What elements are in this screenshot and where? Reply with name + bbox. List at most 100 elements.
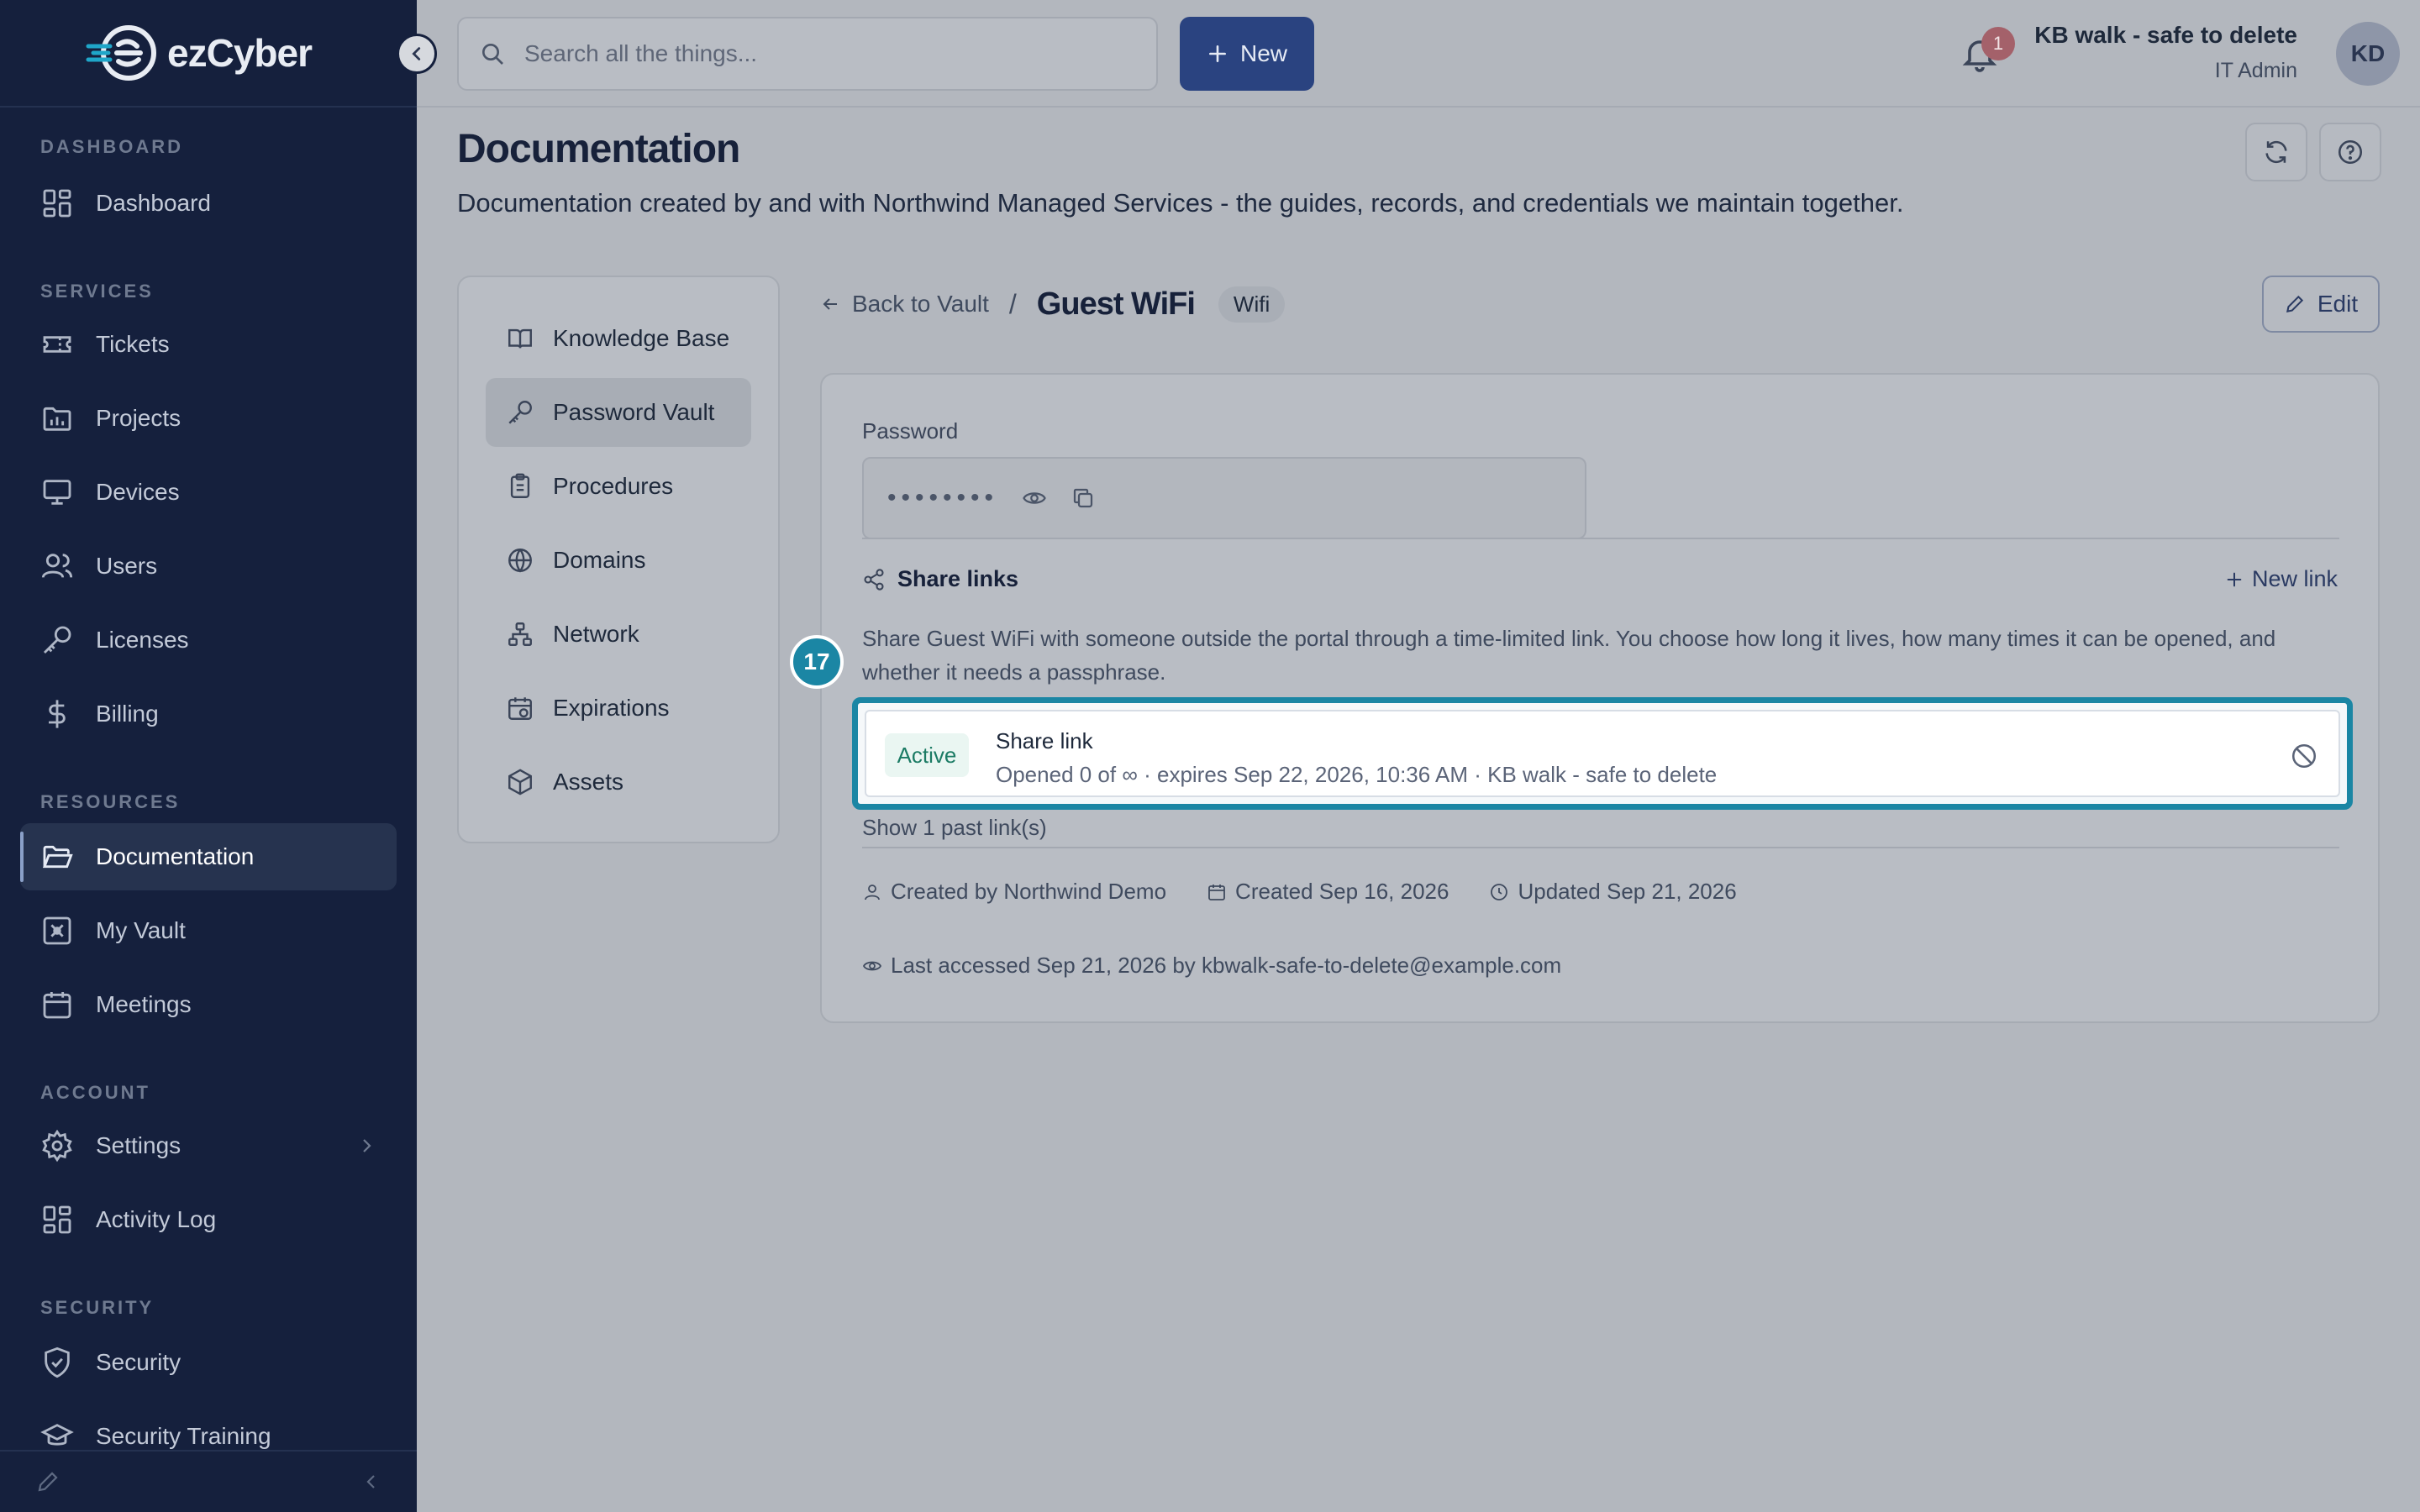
last-accessed: Last accessed Sep 21, 2026 by kbwalk-saf… <box>891 953 1562 978</box>
users-icon <box>41 554 73 578</box>
arrow-left-icon <box>823 298 837 310</box>
sidebar-item-label: Meetings <box>96 991 192 1017</box>
sidebar-item-security[interactable]: Security <box>20 1329 397 1396</box>
sidebar-item-devices[interactable]: Devices <box>20 459 397 526</box>
share-icon <box>864 568 884 591</box>
pencil-icon <box>2286 295 2303 312</box>
globe-icon <box>508 549 532 573</box>
new-link-button[interactable]: New link <box>2225 566 2338 592</box>
sidebar-collapse-button[interactable] <box>397 34 437 74</box>
sidebar-item-documentation[interactable]: Documentation <box>20 823 397 890</box>
docnav-item-password-vault[interactable]: Password Vault <box>486 378 751 447</box>
search-icon <box>482 44 503 65</box>
copy-icon[interactable] <box>1071 486 1096 511</box>
sidebar-item-licenses[interactable]: Licenses <box>20 606 397 674</box>
divider <box>862 538 2339 539</box>
vault-icon <box>43 916 71 945</box>
avatar[interactable]: KD <box>2336 22 2400 86</box>
docnav-item-knowledge-base[interactable]: Knowledge Base <box>486 304 751 373</box>
share-links-title: Share links <box>897 566 1019 591</box>
help-icon <box>2338 139 2363 165</box>
docnav-item-network[interactable]: Network <box>486 600 751 669</box>
ticket-icon <box>43 336 71 353</box>
docnav-item-label: Domains <box>553 547 646 573</box>
back-to-vault-link[interactable]: Back to Vault <box>820 291 989 318</box>
notification-badge: 1 <box>1981 27 2015 60</box>
user-name[interactable]: KB walk - safe to delete <box>2034 22 2297 49</box>
refresh-button[interactable] <box>2245 123 2307 181</box>
logo[interactable]: ezCyber <box>85 23 313 83</box>
docnav-item-procedures[interactable]: Procedures <box>486 452 751 521</box>
sidebar-item-projects[interactable]: Projects <box>20 385 397 452</box>
sidebar-item-dashboard[interactable]: Dashboard <box>20 170 397 237</box>
network-icon <box>508 622 532 646</box>
help-button[interactable] <box>2319 123 2381 181</box>
dollar-icon <box>49 700 66 728</box>
plus-icon <box>1209 45 1226 62</box>
sidebar-item-billing[interactable]: Billing <box>20 680 397 748</box>
sidebar-header: ezCyber <box>0 0 437 108</box>
share-link-row[interactable]: Active Share link Opened 0 of ∞ · expire… <box>865 710 2340 797</box>
sidebar-item-label: Tickets <box>96 331 170 357</box>
sidebar-item-my-vault[interactable]: My Vault <box>20 897 397 964</box>
chevron-left-icon[interactable] <box>361 1472 381 1492</box>
grid-icon <box>43 189 71 218</box>
search-input[interactable] <box>524 40 1113 67</box>
monitor-icon <box>43 480 71 505</box>
sidebar-item-label: Activity Log <box>96 1206 217 1232</box>
docnav-item-domains[interactable]: Domains <box>486 526 751 595</box>
sidebar-item-label: My Vault <box>96 917 186 943</box>
sidebar-section-security: SECURITY <box>40 1297 155 1318</box>
sidebar-item-meetings[interactable]: Meetings <box>20 971 397 1038</box>
grid-icon <box>43 1205 71 1234</box>
logo-mark-icon <box>86 25 156 81</box>
breadcrumb: Back to Vault / Guest WiFi Wifi <box>820 282 1286 326</box>
sidebar-section-account: ACCOUNT <box>40 1082 150 1103</box>
shield-icon <box>45 1347 70 1378</box>
chart-folder-icon <box>43 407 71 431</box>
page-title: Documentation <box>457 127 740 171</box>
docnav-item-label: Knowledge Base <box>553 325 730 351</box>
plus-icon <box>2227 572 2242 586</box>
sidebar-item-tickets[interactable]: Tickets <box>20 311 397 378</box>
sidebar-item-activity-log[interactable]: Activity Log <box>20 1186 397 1253</box>
created-by: Created by Northwind Demo <box>891 879 1167 904</box>
calendar-icon <box>1208 884 1225 900</box>
sidebar-item-users[interactable]: Users <box>20 533 397 600</box>
eye-icon[interactable] <box>1022 486 1047 511</box>
chevron-right-icon <box>363 1139 371 1152</box>
created-date: Created Sep 16, 2026 <box>1235 879 1449 904</box>
top-bar: New 1 KB walk - safe to delete IT Admin … <box>417 0 2420 108</box>
back-to-vault-label: Back to Vault <box>852 291 989 317</box>
revoke-icon[interactable] <box>2290 742 2318 770</box>
password-masked-value: •••••••• <box>887 484 999 512</box>
search-box[interactable] <box>457 17 1158 91</box>
new-button-label: New <box>1239 40 1287 66</box>
pencil-icon[interactable] <box>35 1469 60 1494</box>
entry-type-badge: Wifi <box>1218 286 1286 323</box>
last-accessed-row: Last accessed Sep 21, 2026 by kbwalk-saf… <box>862 953 1561 979</box>
docnav-item-label: Expirations <box>553 695 670 721</box>
new-link-label: New link <box>2251 566 2338 591</box>
box-icon <box>508 769 532 795</box>
gear-icon <box>42 1129 72 1163</box>
clipboard-icon <box>510 473 530 498</box>
docnav-item-assets[interactable]: Assets <box>486 748 751 816</box>
sidebar-item-label: Devices <box>96 479 180 505</box>
sidebar-item-label: Projects <box>96 405 182 431</box>
logo-text-part1: ez <box>167 31 208 75</box>
calendar-clock-icon <box>508 697 532 720</box>
sidebar-item-label: Documentation <box>96 843 255 869</box>
sidebar-item-settings[interactable]: Settings <box>20 1112 397 1179</box>
entry-metadata: Created by Northwind Demo Created Sep 16… <box>862 879 1737 905</box>
edit-button[interactable]: Edit <box>2262 276 2380 333</box>
page-subtitle: Documentation created by and with Northw… <box>457 188 1904 218</box>
sidebar-section-dashboard: DASHBOARD <box>40 136 183 157</box>
share-link-title: Share link <box>996 728 1093 753</box>
show-past-links-toggle[interactable]: Show 1 past link(s) <box>862 815 1047 841</box>
key-icon <box>508 401 532 424</box>
entry-card: Password •••••••• Share links New link S… <box>820 373 2380 1023</box>
docnav-item-expirations[interactable]: Expirations <box>486 674 751 743</box>
tour-step-badge: 17 <box>790 635 844 689</box>
new-button[interactable]: New <box>1180 17 1314 91</box>
